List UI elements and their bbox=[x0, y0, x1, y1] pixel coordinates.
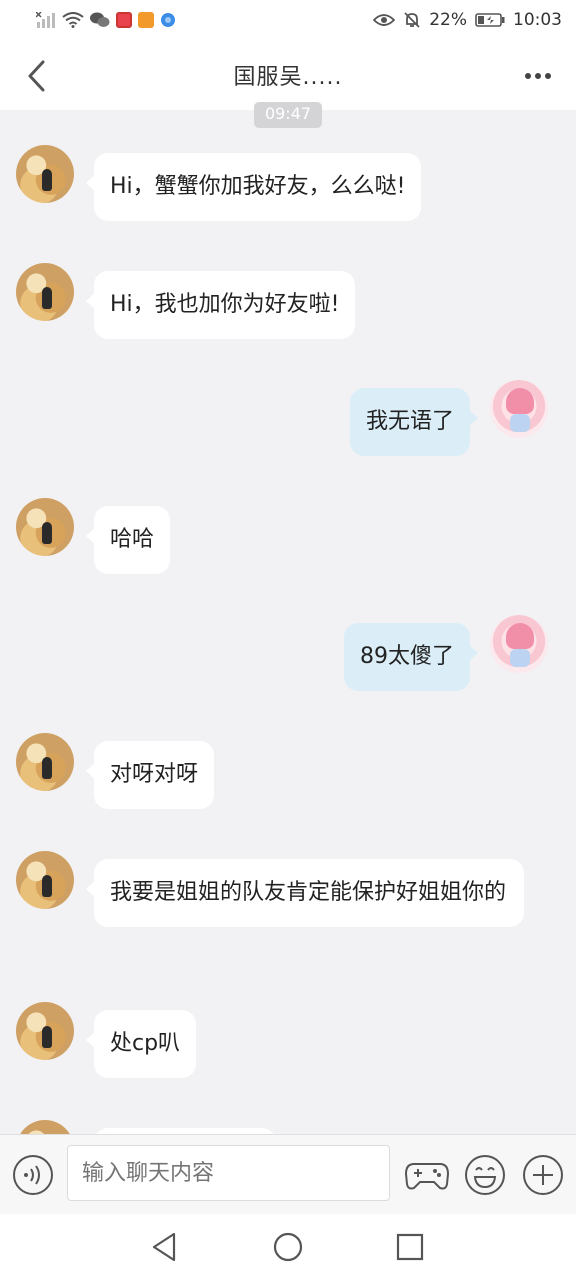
app-icon-orange bbox=[138, 12, 154, 28]
message-bubble-outgoing[interactable]: 我无语了 bbox=[349, 388, 479, 456]
voice-button[interactable] bbox=[12, 1154, 54, 1196]
contact-avatar[interactable] bbox=[16, 498, 74, 556]
contact-avatar[interactable] bbox=[16, 263, 74, 321]
circle-home-icon bbox=[273, 1232, 303, 1262]
message-bubble-incoming[interactable]: Hi，我也加你为好友啦! bbox=[85, 271, 356, 339]
app-icon-red bbox=[116, 12, 132, 28]
contact-avatar[interactable] bbox=[16, 851, 74, 909]
more-button[interactable] bbox=[520, 60, 556, 92]
self-avatar[interactable] bbox=[490, 380, 548, 438]
emoji-icon bbox=[465, 1155, 505, 1195]
wechat-icon bbox=[90, 12, 110, 28]
message-bubble-incoming[interactable]: 对呀对呀 bbox=[85, 741, 215, 809]
more-dots-icon bbox=[525, 73, 551, 79]
plus-icon bbox=[523, 1155, 563, 1195]
input-bar bbox=[0, 1134, 576, 1214]
status-left bbox=[36, 12, 176, 28]
chat-title: 国服吴..... bbox=[233, 65, 343, 90]
message-bubble-incoming[interactable]: Hi，蟹蟹你加我好友，么么哒! bbox=[85, 153, 422, 221]
app-icon-blue bbox=[160, 12, 176, 28]
nav-home-button[interactable] bbox=[271, 1230, 305, 1264]
gamepad-icon bbox=[404, 1163, 450, 1190]
battery-icon bbox=[475, 13, 505, 27]
mute-bell-icon bbox=[403, 11, 421, 29]
clock: 10:03 bbox=[513, 10, 562, 30]
signal-icon bbox=[36, 12, 56, 28]
status-right: 22% 10:03 bbox=[373, 10, 562, 30]
back-button[interactable] bbox=[20, 56, 52, 96]
contact-avatar[interactable] bbox=[16, 1002, 74, 1060]
message-bubble-incoming[interactable]: 处cp叭 bbox=[85, 1010, 197, 1078]
message-bubble-incoming[interactable]: 哈哈 bbox=[85, 506, 171, 574]
nav-recents-button[interactable] bbox=[393, 1230, 427, 1264]
nav-back-button[interactable] bbox=[148, 1230, 182, 1264]
more-actions-button[interactable] bbox=[522, 1154, 564, 1196]
eye-icon bbox=[373, 13, 396, 27]
timestamp-chip: 09:47 bbox=[254, 102, 322, 128]
triangle-back-icon bbox=[152, 1232, 176, 1262]
chat-header: 国服吴..... bbox=[0, 40, 576, 110]
square-recents-icon bbox=[396, 1233, 424, 1261]
emoji-button[interactable] bbox=[464, 1154, 506, 1196]
chevron-left-icon bbox=[28, 60, 45, 92]
contact-avatar[interactable] bbox=[16, 145, 74, 203]
message-bubble-outgoing[interactable]: 89太傻了 bbox=[344, 623, 478, 691]
chat-input[interactable] bbox=[67, 1145, 390, 1201]
message-bubble-incoming[interactable]: 我要是姐姐的队友肯定能保护好姐姐你的 bbox=[86, 859, 524, 927]
contact-avatar[interactable] bbox=[16, 733, 74, 791]
voice-icon bbox=[13, 1155, 53, 1195]
status-bar: 22% 10:03 bbox=[0, 0, 576, 40]
game-button[interactable] bbox=[404, 1154, 450, 1196]
battery-percent: 22% bbox=[429, 10, 467, 30]
system-nav-bar bbox=[0, 1214, 576, 1280]
self-avatar[interactable] bbox=[490, 615, 548, 673]
message-list[interactable]: Hi，蟹蟹你加我好友，么么哒! Hi，我也加你为好友啦! 我无语了 哈哈 89太… bbox=[0, 110, 576, 1134]
wifi-icon bbox=[62, 12, 84, 28]
contact-avatar[interactable] bbox=[16, 1120, 74, 1134]
